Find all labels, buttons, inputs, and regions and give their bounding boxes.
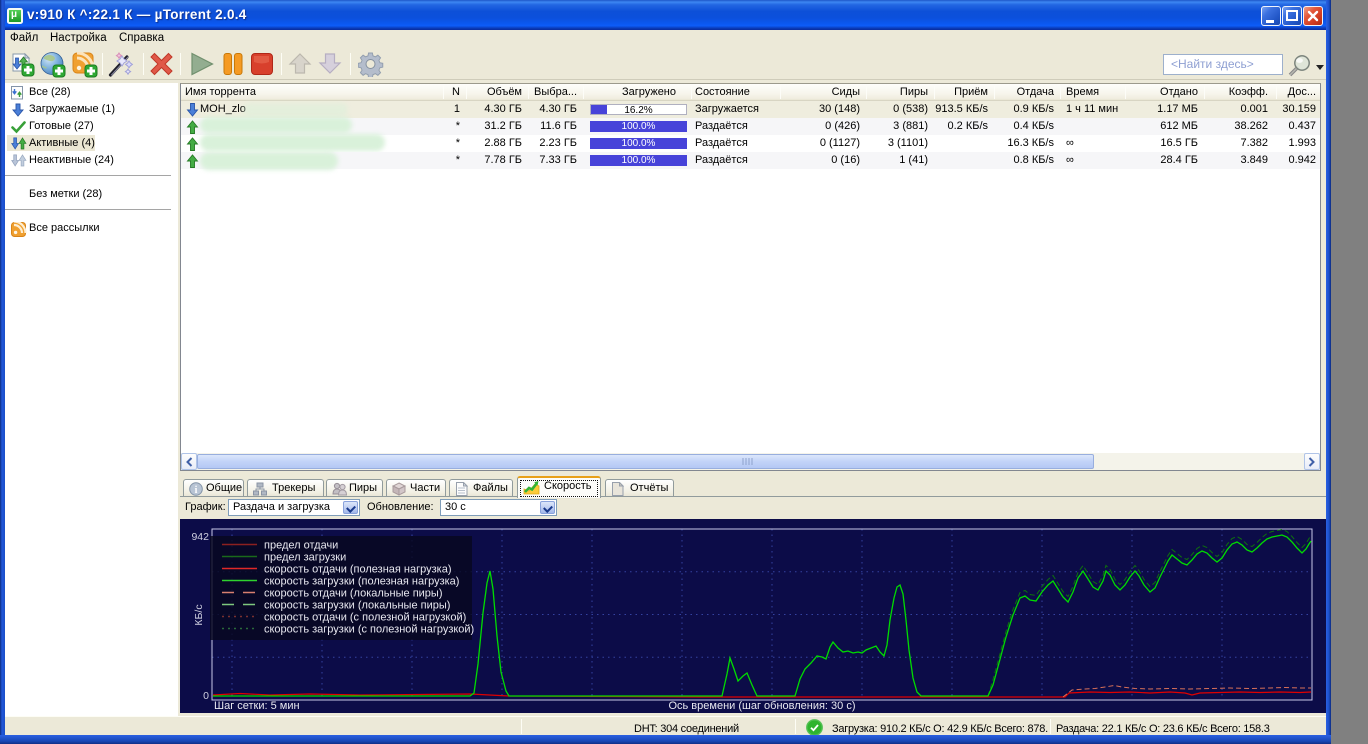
svg-text:Ось времени (шаг обновления: 3: Ось времени (шаг обновления: 30 с) (668, 700, 855, 712)
svg-text:Шаг сетки: 5 мин: Шаг сетки: 5 мин (214, 700, 300, 712)
svg-text:скорость загрузки (с полезной: скорость загрузки (с полезной нагрузкой) (264, 624, 474, 636)
svg-text:скорость отдачи (локальные пир: скорость отдачи (локальные пиры) (264, 588, 442, 600)
svg-text:0: 0 (203, 690, 209, 702)
svg-text:предел отдачи: предел отдачи (264, 540, 338, 552)
svg-text:скорость загрузки (полезная на: скорость загрузки (полезная нагрузка) (264, 576, 459, 588)
svg-text:942: 942 (191, 531, 209, 543)
svg-text:скорость отдачи (полезная нагр: скорость отдачи (полезная нагрузка) (264, 564, 452, 576)
svg-text:i: i (195, 485, 198, 496)
svg-text:КБ/с: КБ/с (193, 604, 205, 625)
svg-text:предел загрузки: предел загрузки (264, 552, 346, 564)
svg-text:скорость отдачи (с полезной на: скорость отдачи (с полезной нагрузкой) (264, 612, 466, 624)
svg-text:скорость загрузки (локальные п: скорость загрузки (локальные пиры) (264, 600, 450, 612)
